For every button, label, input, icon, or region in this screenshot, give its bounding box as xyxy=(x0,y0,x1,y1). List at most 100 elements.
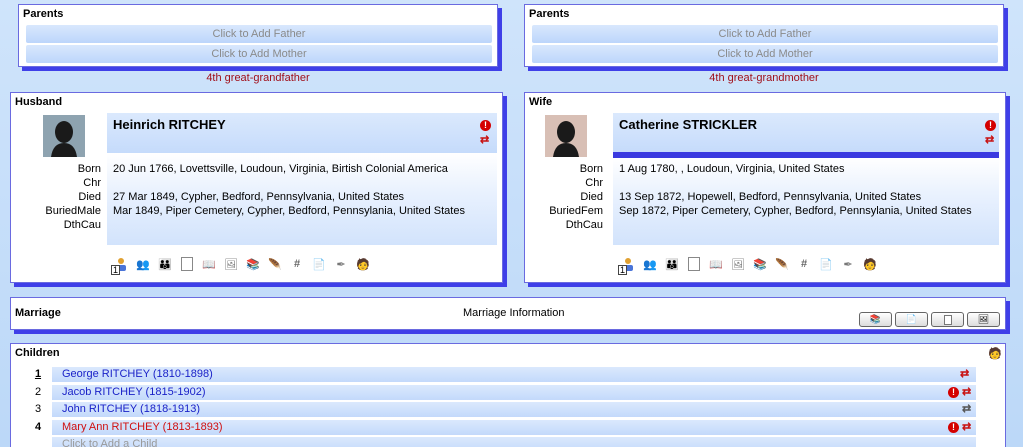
toolbar-index: 1 xyxy=(111,265,121,275)
error-icon[interactable]: ! xyxy=(948,387,959,398)
pen-icon[interactable]: ✒ xyxy=(333,256,349,272)
panel-title: Marriage xyxy=(15,307,61,319)
event-label-born: Born xyxy=(579,163,603,175)
family-icon[interactable]: 👪 xyxy=(157,256,173,272)
add-child-row[interactable]: Click to Add a Child xyxy=(52,437,976,447)
child-row[interactable]: George RITCHEY (1810-1898) ⇄ xyxy=(52,367,976,382)
book-icon[interactable]: 📖 xyxy=(708,256,724,272)
husband-event-labels: Born Chr Died BuriedMale DthCau xyxy=(21,162,101,232)
husband-name-bar[interactable]: Heinrich RITCHEY xyxy=(107,113,497,153)
marriage-note-button[interactable] xyxy=(931,312,964,327)
female-person-icon[interactable]: 1 xyxy=(618,256,636,275)
marriage-panel: Marriage Marriage Information 📚 📄 🖼 xyxy=(10,297,1006,330)
event-label-buried: BuriedFem xyxy=(549,205,603,217)
people-icon[interactable]: 👥 xyxy=(135,256,151,272)
document-icon: 📄 xyxy=(905,314,918,324)
wife-event-labels: Born Chr Died BuriedFem DthCau xyxy=(525,162,603,232)
child-number: 2 xyxy=(34,386,42,398)
event-label-dthcau: DthCau xyxy=(565,219,603,231)
picture-icon[interactable]: 🖼 xyxy=(730,256,746,272)
panel-title: Parents xyxy=(529,8,570,20)
hash-icon[interactable]: # xyxy=(796,256,812,272)
swap-icon[interactable]: ⇄ xyxy=(962,422,971,433)
swap-icon[interactable]: ⇄ xyxy=(962,387,971,398)
panel-title: Children xyxy=(15,347,60,359)
event-dthcau xyxy=(113,218,491,232)
add-mother-button[interactable]: Click to Add Mother xyxy=(532,45,998,63)
marriage-buttons: 📚 📄 🖼 xyxy=(859,312,1000,327)
pen-icon[interactable]: ✒ xyxy=(840,256,856,272)
child-name: George RITCHEY (1810-1898) xyxy=(62,368,213,380)
swap-icon[interactable]: ⇄ xyxy=(960,369,969,380)
edit-person-icon[interactable]: 🧑 xyxy=(355,256,371,272)
child-name: Mary Ann RITCHEY (1813-1893) xyxy=(62,421,223,433)
wife-toolbar: 1 👥 👪 📖 🖼 📚 🪶 # 📄 ✒ 🧑 xyxy=(618,256,878,275)
library-icon: 📚 xyxy=(869,314,882,324)
wife-panel: Wife Catherine STRICKLER ! ⇄ Born Chr Di… xyxy=(524,92,1006,283)
error-icon[interactable]: ! xyxy=(480,120,491,131)
document-icon[interactable]: 📄 xyxy=(311,256,327,272)
library-icon[interactable]: 📚 xyxy=(752,256,768,272)
add-father-button[interactable]: Click to Add Father xyxy=(26,25,492,43)
note-icon[interactable] xyxy=(179,256,195,272)
husband-name: Heinrich RITCHEY xyxy=(113,117,226,132)
wife-parents-panel: Parents Click to Add Father Click to Add… xyxy=(524,4,1004,67)
husband-toolbar: 1 👥 👪 📖 🖼 📚 🪶 # 📄 ✒ 🧑 xyxy=(111,256,371,275)
husband-events[interactable]: 20 Jun 1766, Lovettsville, Loudoun, Virg… xyxy=(107,153,497,245)
marriage-document-button[interactable]: 📄 xyxy=(895,312,928,327)
feather-icon[interactable]: 🪶 xyxy=(774,256,790,272)
wife-name: Catherine STRICKLER xyxy=(619,117,757,132)
wife-relationship-label: 4th great-grandmother xyxy=(709,72,819,84)
family-icon[interactable]: 👪 xyxy=(664,256,680,272)
event-label-dthcau: DthCau xyxy=(63,219,101,231)
child-row[interactable]: Mary Ann RITCHEY (1813-1893) ! ⇄ xyxy=(52,420,976,435)
library-icon[interactable]: 📚 xyxy=(245,256,261,272)
event-buried: Sep 1872, Piper Cemetery, Cypher, Bedfor… xyxy=(619,205,972,217)
panel-title: Wife xyxy=(529,96,553,108)
child-name: John RITCHEY (1818-1913) xyxy=(62,403,200,415)
event-born: 1 Aug 1780, , Loudoun, Virginia, United … xyxy=(619,163,845,175)
male-person-icon[interactable]: 1 xyxy=(111,256,129,275)
child-row[interactable]: Jacob RITCHEY (1815-1902) ! ⇄ xyxy=(52,385,976,400)
swap-icon[interactable]: ⇄ xyxy=(480,135,489,146)
male-silhouette-icon[interactable] xyxy=(43,115,85,157)
marriage-picture-button[interactable]: 🖼 xyxy=(967,312,1000,327)
event-born: 20 Jun 1766, Lovettsville, Loudoun, Virg… xyxy=(113,163,448,175)
child-number: 1 xyxy=(34,368,42,380)
feather-icon[interactable]: 🪶 xyxy=(267,256,283,272)
event-label-born: Born xyxy=(77,163,101,175)
event-label-died: Died xyxy=(580,191,603,203)
event-label-chr: Chr xyxy=(83,177,101,189)
add-mother-button[interactable]: Click to Add Mother xyxy=(26,45,492,63)
marriage-info[interactable]: Marriage Information xyxy=(463,307,565,319)
add-child-icon[interactable]: 🧑 xyxy=(988,347,1002,360)
error-icon[interactable]: ! xyxy=(985,120,996,131)
book-icon[interactable]: 📖 xyxy=(201,256,217,272)
event-chr xyxy=(113,176,491,190)
female-silhouette-icon[interactable] xyxy=(545,115,587,157)
event-dthcau xyxy=(619,218,993,232)
swap-icon[interactable]: ⇄ xyxy=(985,135,994,146)
marriage-library-button[interactable]: 📚 xyxy=(859,312,892,327)
error-icon[interactable]: ! xyxy=(948,422,959,433)
note-icon[interactable] xyxy=(686,256,702,272)
add-child-label: Click to Add a Child xyxy=(62,438,158,447)
edit-person-icon[interactable]: 🧑 xyxy=(862,256,878,272)
people-icon[interactable]: 👥 xyxy=(642,256,658,272)
wife-name-bar[interactable]: Catherine STRICKLER xyxy=(613,113,999,153)
wife-events[interactable]: 1 Aug 1780, , Loudoun, Virginia, United … xyxy=(613,158,999,245)
child-number: 4 xyxy=(34,421,42,433)
event-buried: Mar 1849, Piper Cemetery, Cypher, Bedfor… xyxy=(113,205,465,217)
document-icon[interactable]: 📄 xyxy=(818,256,834,272)
husband-panel: Husband Heinrich RITCHEY ! ⇄ Born Chr Di… xyxy=(10,92,503,283)
add-father-button[interactable]: Click to Add Father xyxy=(532,25,998,43)
picture-icon[interactable]: 🖼 xyxy=(223,256,239,272)
husband-parents-panel: Parents Click to Add Father Click to Add… xyxy=(18,4,498,67)
event-died: 27 Mar 1849, Cypher, Bedford, Pennsylvan… xyxy=(113,191,405,203)
child-number: 3 xyxy=(34,403,42,415)
swap-icon[interactable]: ⇄ xyxy=(962,404,971,415)
picture-icon: 🖼 xyxy=(977,314,990,324)
panel-title: Parents xyxy=(23,8,64,20)
hash-icon[interactable]: # xyxy=(289,256,305,272)
child-row[interactable]: John RITCHEY (1818-1913) ⇄ xyxy=(52,402,976,417)
